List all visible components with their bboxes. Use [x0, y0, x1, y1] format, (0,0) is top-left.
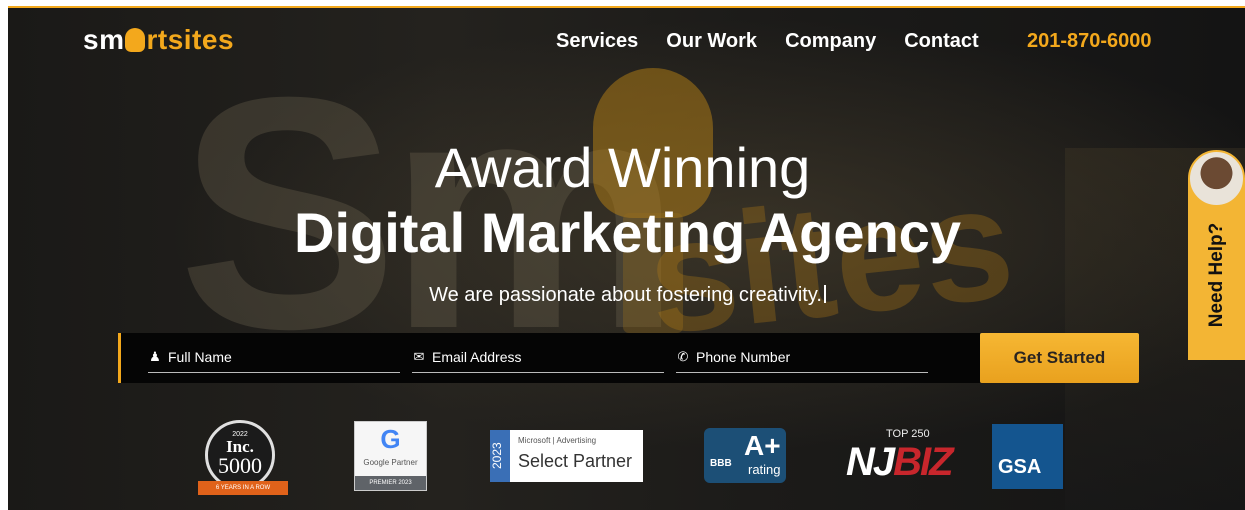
phone-link[interactable]: 201-870-6000 [1027, 30, 1152, 53]
typing-cursor [823, 285, 826, 303]
microsoft-select-partner-badge: 2023 Microsoft | Advertising Select Part… [490, 430, 643, 482]
google-premier-label: PREMIER 2023 [355, 476, 426, 490]
need-help-label[interactable]: Need Help? [1190, 210, 1228, 340]
bbb-grade: A+ [744, 430, 781, 461]
lead-form: ♟ Full Name ✉ Email Address ✆ Phone Numb… [118, 333, 980, 383]
google-g-icon: G [380, 424, 401, 454]
njbiz-nj: NJ [846, 440, 895, 484]
njbiz-badge: TOP 250 NJBIZ [846, 428, 954, 484]
phone-field[interactable]: ✆ Phone Number [676, 333, 928, 373]
bbb-badge: BBB A+ rating [704, 428, 786, 483]
hero-tagline: We are passionate about fostering creati… [0, 284, 1245, 307]
google-partner-badge: G Google Partner PREMIER 2023 [354, 421, 427, 491]
inc-ribbon: 6 YEARS IN A ROW [198, 481, 288, 495]
microsoft-select-partner-label: Select Partner [518, 451, 633, 471]
tagline-text: We are passionate about fostering creati… [429, 284, 822, 306]
logo[interactable]: sm rtsites [83, 24, 234, 56]
inc-5000-badge: 2022 Inc. 5000 6 YEARS IN A ROW [198, 420, 288, 495]
phone-placeholder: Phone Number [696, 348, 791, 365]
nav-services[interactable]: Services [556, 30, 638, 53]
njbiz-top-label: TOP 250 [886, 428, 930, 440]
logo-text-start: sm [83, 24, 125, 55]
njbiz-biz: BIZ [893, 440, 953, 484]
microsoft-year: 2023 [490, 430, 510, 482]
microsoft-advertising-label: Microsoft | Advertising [518, 436, 597, 445]
phone-icon: ✆ [677, 348, 689, 364]
envelope-icon: ✉ [413, 348, 425, 364]
avatar[interactable] [1188, 150, 1245, 207]
logo-text-end: rtsites [146, 24, 235, 55]
inc-number: 5000 [218, 453, 262, 478]
nav-our-work[interactable]: Our Work [666, 30, 757, 53]
hero-title-line2: Digital Marketing Agency [294, 201, 961, 264]
user-icon: ♟ [149, 348, 161, 364]
hero-title-line1: Award Winning [434, 136, 811, 199]
email-placeholder: Email Address [432, 348, 522, 365]
full-name-field[interactable]: ♟ Full Name [148, 333, 400, 373]
get-started-button[interactable]: Get Started [980, 333, 1139, 383]
full-name-placeholder: Full Name [168, 348, 232, 365]
email-field[interactable]: ✉ Email Address [412, 333, 664, 373]
top-border [0, 0, 1245, 8]
nav-company[interactable]: Company [785, 30, 876, 53]
google-partner-label: Google Partner [363, 458, 418, 467]
bbb-mark: BBB [710, 458, 732, 469]
main-nav: Services Our Work Company Contact [556, 30, 1007, 53]
bulb-icon [125, 28, 146, 52]
gsa-badge: GSA [992, 424, 1063, 489]
bbb-rating-label: rating [748, 462, 781, 477]
nav-contact[interactable]: Contact [904, 30, 978, 53]
